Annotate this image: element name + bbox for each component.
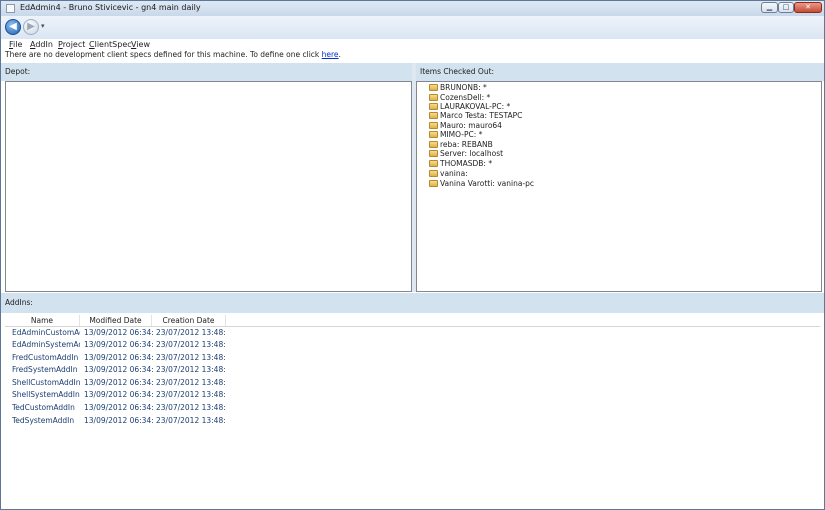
info-message: There are no development client specs de… bbox=[5, 50, 341, 59]
info-text: There are no development client specs de… bbox=[5, 50, 322, 59]
menu-project[interactable]: Project bbox=[58, 40, 85, 49]
menu-clientspec[interactable]: ClientSpec bbox=[89, 40, 132, 49]
addin-created: 23/07/2012 13:48:10 bbox=[156, 340, 226, 349]
folder-icon bbox=[429, 160, 438, 167]
addin-name: FredSystemAddIn bbox=[12, 365, 78, 374]
tree-item-label: BRUNONB: * bbox=[440, 83, 487, 92]
tree-item[interactable]: Marco Testa: TESTAPC bbox=[429, 111, 522, 121]
forward-arrow-icon[interactable]: ▶ bbox=[23, 19, 39, 35]
addins-table-header: Name Modified Date Creation Date bbox=[5, 315, 820, 327]
checked-out-label: Items Checked Out: bbox=[420, 67, 495, 76]
history-dropdown-icon[interactable]: ▾ bbox=[41, 22, 45, 30]
addin-modified: 13/09/2012 06:34:49 bbox=[84, 328, 154, 337]
addin-name: FredCustomAddIn bbox=[12, 353, 79, 362]
column-name[interactable]: Name bbox=[5, 315, 80, 326]
menu-addin[interactable]: AddIn bbox=[30, 40, 53, 49]
table-row[interactable]: ShellCustomAddIn 13/09/2012 06:34:49 23/… bbox=[5, 377, 305, 389]
table-row[interactable]: EdAdminSystemAdd 13/09/2012 06:34:49 23/… bbox=[5, 339, 305, 351]
tree-item-label: Mauro: mauro64 bbox=[440, 121, 502, 130]
addin-name: EdAdminSystemAdd bbox=[12, 340, 80, 349]
addin-name: TedSystemAddIn bbox=[12, 416, 75, 425]
navigation-bar: ◀ ▶ ▾ bbox=[1, 16, 824, 40]
tree-item-label: Server: localhost bbox=[440, 149, 504, 158]
folder-icon bbox=[429, 94, 438, 101]
menu-bar: File AddIn Project ClientSpec View bbox=[1, 39, 824, 50]
table-row[interactable]: FredCustomAddIn 13/09/2012 06:34:49 23/0… bbox=[5, 352, 305, 364]
tree-item-label: LAURAKOVAL-PC: * bbox=[440, 102, 511, 111]
tree-item[interactable]: MIMO-PC: * bbox=[429, 130, 482, 140]
menu-file[interactable]: File bbox=[9, 40, 22, 49]
folder-icon bbox=[429, 150, 438, 157]
tree-item[interactable]: THOMASDB: * bbox=[429, 159, 492, 169]
checked-out-header: Items Checked Out: bbox=[416, 63, 824, 81]
main-window: EdAdmin4 - Bruno Stivicevic - gn4 main d… bbox=[0, 0, 825, 510]
folder-icon bbox=[429, 84, 438, 91]
addin-modified: 13/09/2012 06:34:49 bbox=[84, 353, 154, 362]
depot-label: Depot: bbox=[5, 67, 31, 76]
addin-created: 23/07/2012 13:48:23 bbox=[156, 365, 226, 374]
tree-item-label: Vanina Varotti: vanina-pc bbox=[440, 179, 535, 188]
folder-icon bbox=[429, 122, 438, 129]
depot-header: Depot: bbox=[1, 63, 412, 81]
app-icon bbox=[6, 4, 15, 13]
addin-created: 23/07/2012 13:48:28 bbox=[156, 403, 226, 412]
addins-header: AddIns: bbox=[1, 293, 824, 313]
back-arrow-icon[interactable]: ◀ bbox=[5, 19, 21, 35]
close-button[interactable]: ✕ bbox=[794, 2, 822, 13]
addin-created: 23/07/2012 13:48:24 bbox=[156, 378, 226, 387]
folder-icon bbox=[429, 170, 438, 177]
tree-item[interactable]: BRUNONB: * bbox=[429, 83, 487, 93]
addin-name: ShellSystemAddIn bbox=[12, 390, 80, 399]
addin-created: 23/07/2012 13:48:27 bbox=[156, 390, 226, 399]
table-row[interactable]: TedSystemAddIn 13/09/2012 06:34:48 23/07… bbox=[5, 415, 305, 427]
addin-modified: 13/09/2012 06:34:49 bbox=[84, 390, 154, 399]
addin-created: 23/07/2012 13:48:35 bbox=[156, 416, 226, 425]
addin-name: ShellCustomAddIn bbox=[12, 378, 80, 387]
addin-modified: 13/09/2012 06:34:49 bbox=[84, 340, 154, 349]
title-bar[interactable]: EdAdmin4 - Bruno Stivicevic - gn4 main d… bbox=[1, 1, 824, 16]
addin-name: EdAdminCustomAdc bbox=[12, 328, 80, 337]
column-creation-date[interactable]: Creation Date bbox=[152, 315, 226, 326]
maximize-button[interactable]: □ bbox=[778, 2, 794, 13]
tree-item-label: THOMASDB: * bbox=[440, 159, 493, 168]
tree-item-label: Marco Testa: TESTAPC bbox=[440, 111, 523, 120]
folder-icon bbox=[429, 180, 438, 187]
folder-icon bbox=[429, 131, 438, 138]
column-modified-date[interactable]: Modified Date bbox=[80, 315, 152, 326]
define-client-spec-link[interactable]: here bbox=[322, 50, 339, 59]
addin-modified: 13/09/2012 06:34:49 bbox=[84, 365, 154, 374]
menu-view[interactable]: View bbox=[131, 40, 150, 49]
depot-tree[interactable] bbox=[5, 81, 412, 292]
folder-icon bbox=[429, 112, 438, 119]
tree-item-label: MIMO-PC: * bbox=[440, 130, 483, 139]
tree-item[interactable]: vanina: bbox=[429, 169, 468, 179]
tree-item[interactable]: Server: localhost bbox=[429, 149, 503, 159]
addins-label: AddIns: bbox=[5, 298, 33, 307]
table-row[interactable]: TedCustomAddIn 13/09/2012 06:34:49 23/07… bbox=[5, 402, 305, 414]
table-row[interactable]: FredSystemAddIn 13/09/2012 06:34:49 23/0… bbox=[5, 364, 305, 376]
addin-created: 23/07/2012 13:48:09 bbox=[156, 328, 226, 337]
folder-icon bbox=[429, 141, 438, 148]
table-row[interactable]: EdAdminCustomAdc 13/09/2012 06:34:49 23/… bbox=[5, 327, 305, 339]
tree-item-label: vanina: bbox=[440, 169, 468, 178]
table-row[interactable]: ShellSystemAddIn 13/09/2012 06:34:49 23/… bbox=[5, 389, 305, 401]
minimize-button[interactable]: ▁ bbox=[761, 2, 778, 13]
addin-name: TedCustomAddIn bbox=[12, 403, 75, 412]
window-title: EdAdmin4 - Bruno Stivicevic - gn4 main d… bbox=[20, 3, 201, 12]
tree-item[interactable]: Vanina Varotti: vanina-pc bbox=[429, 179, 534, 189]
addin-modified: 13/09/2012 06:34:49 bbox=[84, 403, 154, 412]
addin-modified: 13/09/2012 06:34:49 bbox=[84, 378, 154, 387]
addin-created: 23/07/2012 13:48:11 bbox=[156, 353, 226, 362]
tree-item-label: CozensDell: * bbox=[440, 93, 491, 102]
tree-item-label: reba: REBANB bbox=[440, 140, 493, 149]
folder-icon bbox=[429, 103, 438, 110]
addin-modified: 13/09/2012 06:34:48 bbox=[84, 416, 154, 425]
checked-out-tree[interactable]: BRUNONB: * CozensDell: * LAURAKOVAL-PC: … bbox=[416, 81, 822, 292]
info-suffix: . bbox=[338, 50, 341, 59]
